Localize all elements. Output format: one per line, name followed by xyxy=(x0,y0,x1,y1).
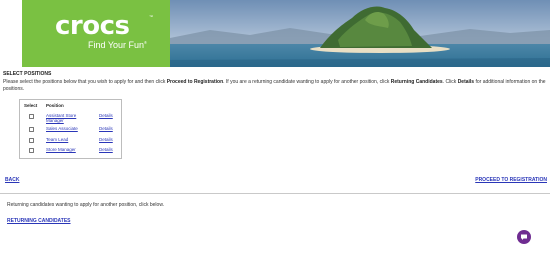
page-title: SELECT POSITIONS xyxy=(3,71,52,77)
brand-tagline: Find Your Fun® xyxy=(88,40,147,50)
brand-logo: crocs xyxy=(55,11,130,41)
position-link[interactable]: Sales Associate xyxy=(46,126,86,131)
divider xyxy=(0,193,550,194)
back-link[interactable]: BACK xyxy=(5,178,19,183)
position-link[interactable]: Team Lead xyxy=(46,137,86,142)
table-row: Sales Associate Details xyxy=(20,126,121,136)
details-link[interactable]: Details xyxy=(99,113,113,118)
chat-button[interactable] xyxy=(517,230,531,244)
position-link[interactable]: Store Manager xyxy=(46,147,86,152)
table-row: Assistant Store Manager Details xyxy=(20,113,121,123)
details-link[interactable]: Details xyxy=(99,137,113,142)
details-link[interactable]: Details xyxy=(99,147,113,152)
table-row: Team Lead Details xyxy=(20,137,121,147)
select-checkbox[interactable] xyxy=(29,114,34,119)
details-link[interactable]: Details xyxy=(99,126,113,131)
column-header-position: Position xyxy=(46,103,64,108)
instructions-text: Please select the positions below that y… xyxy=(3,79,546,92)
header-banner: crocs ™ Find Your Fun® xyxy=(0,0,550,67)
column-header-select: Select xyxy=(24,103,38,108)
trademark-mark: ™ xyxy=(149,14,153,19)
returning-candidates-text: Returning candidates wanting to apply fo… xyxy=(7,202,165,208)
chat-bubble-icon xyxy=(521,234,527,240)
select-checkbox[interactable] xyxy=(29,148,34,153)
positions-table: Select Position Assistant Store Manager … xyxy=(19,99,122,159)
position-link[interactable]: Assistant Store Manager xyxy=(46,113,86,123)
brand-logo-block: crocs ™ Find Your Fun® xyxy=(22,0,170,67)
tropical-island-photo xyxy=(170,0,550,67)
returning-candidates-link[interactable]: RETURNING CANDIDATES xyxy=(7,219,71,224)
select-checkbox[interactable] xyxy=(29,127,34,132)
select-checkbox[interactable] xyxy=(29,138,34,143)
table-row: Store Manager Details xyxy=(20,147,121,157)
proceed-to-registration-link[interactable]: PROCEED TO REGISTRATION xyxy=(475,178,547,183)
